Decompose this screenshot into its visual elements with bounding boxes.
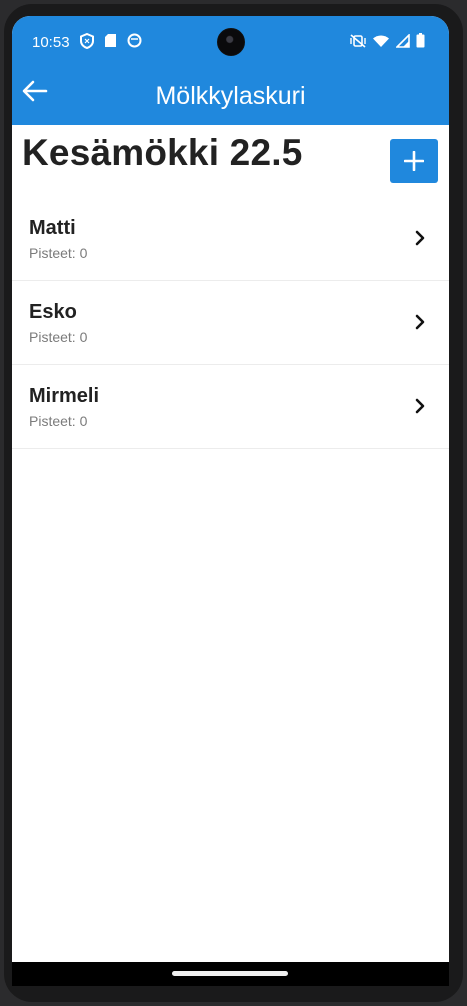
chevron-right-icon — [415, 314, 425, 330]
vibrate-off-icon — [350, 33, 366, 48]
status-right-icons — [350, 33, 425, 48]
player-name: Mirmeli — [29, 385, 100, 407]
page-title: Kesämökki 22.5 — [22, 132, 303, 173]
list-item[interactable]: Mirmeli Pisteet: 0 — [12, 365, 449, 449]
navigation-bar — [12, 962, 449, 986]
player-name: Matti — [29, 217, 76, 239]
app-title: Mölkkylaskuri — [155, 82, 306, 110]
status-bar: 10:53 — [12, 16, 449, 68]
chevron-right-icon — [415, 398, 425, 414]
player-list: Matti Pisteet: 0 Esko Pisteet: 0 Mirmeli… — [12, 197, 449, 449]
front-camera — [217, 28, 245, 56]
app-bar: Mölkkylaskuri — [12, 68, 449, 125]
status-left-icons — [80, 33, 142, 49]
shield-icon — [80, 33, 94, 49]
player-score: Pisteet: 0 — [29, 329, 88, 345]
notification-icon — [127, 33, 142, 49]
sd-card-icon — [104, 33, 117, 49]
player-name: Esko — [29, 301, 77, 323]
add-player-button[interactable] — [390, 139, 438, 183]
status-time: 10:53 — [32, 34, 70, 51]
plus-icon — [404, 151, 424, 171]
player-score: Pisteet: 0 — [29, 413, 88, 429]
app-screen: 10:53 Mölkkylaskuri Kesämökki 22.5 Matti… — [12, 16, 449, 986]
player-score: Pisteet: 0 — [29, 245, 88, 261]
signal-icon — [396, 33, 410, 48]
chevron-right-icon — [415, 230, 425, 246]
home-indicator[interactable] — [172, 971, 288, 976]
list-item[interactable]: Matti Pisteet: 0 — [12, 197, 449, 281]
battery-icon — [416, 33, 425, 48]
device-bezel: 10:53 Mölkkylaskuri Kesämökki 22.5 Matti… — [0, 0, 467, 1006]
list-item[interactable]: Esko Pisteet: 0 — [12, 281, 449, 365]
wifi-icon — [372, 34, 390, 48]
